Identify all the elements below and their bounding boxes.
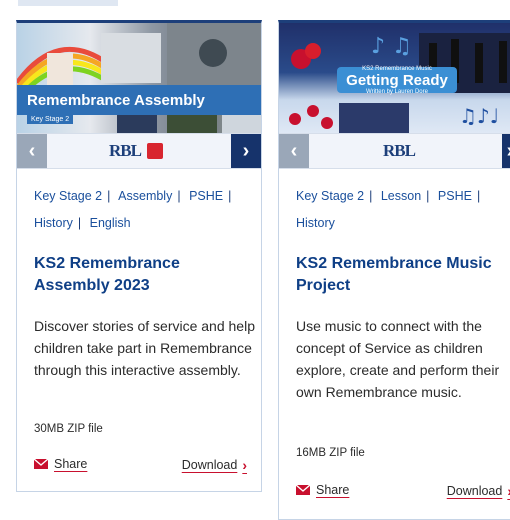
carousel-next-button[interactable]: ›	[502, 134, 510, 168]
chevron-left-icon: ‹	[290, 139, 298, 162]
share-button[interactable]: Share	[296, 483, 349, 497]
carousel-controls: ‹ RBL ›	[279, 133, 510, 169]
card-title[interactable]: KS2 Remembrance Assembly 2023	[34, 253, 253, 297]
download-button[interactable]: Download ›	[447, 483, 510, 499]
card-description: Use music to connect with the concept of…	[296, 318, 500, 400]
tag-link[interactable]: History	[296, 216, 335, 230]
file-size: 16MB ZIP file	[296, 447, 365, 459]
chevron-right-icon: ›	[242, 139, 250, 162]
carousel-prev-button[interactable]: ‹	[279, 134, 309, 168]
tag-link[interactable]: English	[90, 216, 131, 230]
download-label: Download	[446, 484, 503, 498]
banner-byline: Written by Lauren Dore	[366, 88, 428, 95]
banner-title: Remembrance Assembly	[27, 91, 205, 109]
chevron-left-icon: ‹	[28, 139, 36, 162]
carousel-prev-button[interactable]: ‹	[17, 134, 47, 168]
rbl-logo: RBL	[383, 141, 416, 160]
tag-link[interactable]: Key Stage 2	[296, 189, 364, 203]
tag-link[interactable]: Lesson	[381, 189, 421, 203]
card-banner-image: Remembrance Assembly Key Stage 2	[17, 23, 261, 133]
banner-title: Getting Ready	[346, 71, 448, 89]
banner-title-pill: KS2 Remembrance Music Getting Ready Writ…	[337, 66, 457, 95]
tag-list: Key Stage 2 | Lesson | PSHE | History	[296, 189, 481, 230]
tag-link[interactable]: Assembly	[118, 189, 172, 203]
share-button[interactable]: Share	[34, 457, 87, 471]
card-banner-image: ♪ ♫ ♫♪♩ KS2 Remembrance Music Getting Re…	[279, 23, 510, 133]
download-button[interactable]: Download ›	[182, 457, 247, 473]
carousel-next-button[interactable]: ›	[231, 134, 261, 168]
download-label: Download	[181, 458, 238, 472]
tag-link[interactable]: PSHE	[189, 189, 223, 203]
banner-badge: Key Stage 2	[27, 115, 74, 124]
tag-link[interactable]: History	[34, 216, 73, 230]
carousel-controls: ‹ RBL ›	[17, 133, 261, 169]
tag-link[interactable]: Key Stage 2	[34, 189, 102, 203]
envelope-icon	[34, 459, 48, 469]
envelope-icon	[296, 485, 310, 495]
share-label: Share	[54, 457, 88, 471]
chevron-right-icon: ›	[507, 140, 510, 163]
card-description: Discover stories of service and help chi…	[34, 318, 255, 378]
svg-text:♪ ♫: ♪ ♫	[371, 34, 412, 59]
tag-list: Key Stage 2 | Assembly | PSHE | History | En…	[34, 189, 232, 230]
resource-card: Remembrance Assembly Key Stage 2 ‹ RBL ›…	[16, 20, 262, 492]
rbl-logo: RBL	[109, 140, 163, 162]
partner-logo-icon	[146, 143, 163, 159]
svg-text:♫♪♩: ♫♪♩	[459, 104, 499, 128]
resource-card: ♪ ♫ ♫♪♩ KS2 Remembrance Music Getting Re…	[278, 20, 510, 520]
share-label: Share	[316, 483, 350, 497]
file-size: 30MB ZIP file	[34, 423, 103, 435]
chevron-right-icon: ›	[242, 457, 247, 473]
top-tab-fragment	[18, 0, 118, 6]
tag-link[interactable]: PSHE	[438, 189, 472, 203]
card-title[interactable]: KS2 Remembrance Music Project	[296, 253, 510, 297]
